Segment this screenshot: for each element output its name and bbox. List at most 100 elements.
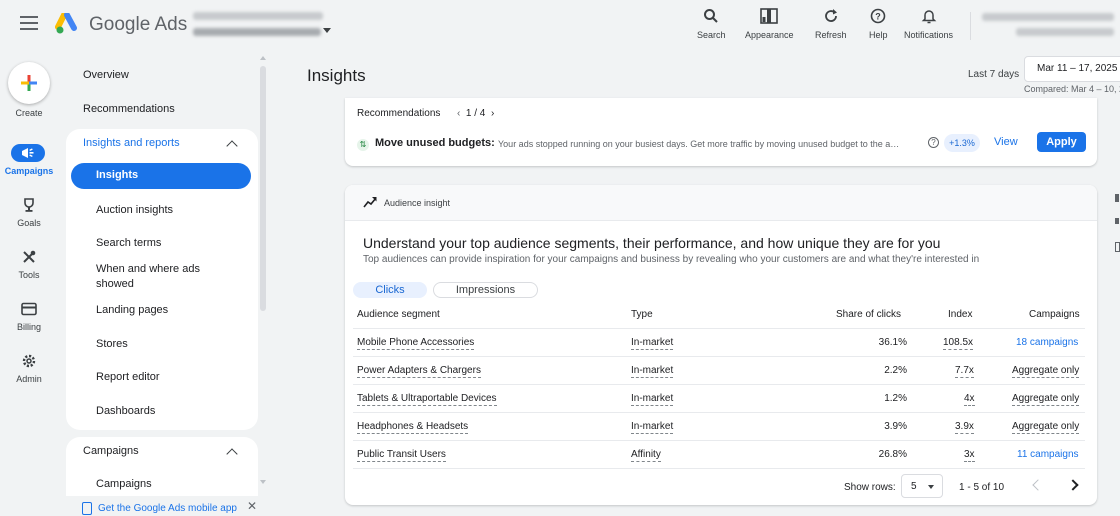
notifications-button[interactable]: Notifications: [904, 6, 953, 40]
index-cell[interactable]: 3.9x: [955, 421, 974, 434]
trophy-icon: [24, 198, 34, 212]
nav-campaigns[interactable]: Campaigns: [96, 477, 152, 492]
row-divider: [353, 468, 1085, 469]
nav-dashboards[interactable]: Dashboards: [96, 404, 155, 419]
chevron-right-icon[interactable]: ›: [491, 108, 494, 119]
scroll-down-icon[interactable]: [260, 480, 266, 484]
page-title: Insights: [307, 66, 366, 85]
apply-button[interactable]: Apply: [1037, 132, 1086, 152]
notifications-label: Notifications: [904, 30, 954, 40]
audience-card-header: Audience insight: [345, 185, 1097, 221]
nav-campaigns-group[interactable]: Campaigns: [83, 445, 139, 457]
scroll-thumb[interactable]: [260, 66, 266, 311]
view-button[interactable]: View: [994, 136, 1018, 148]
account-id-redacted[interactable]: [193, 28, 321, 36]
side-nav-scrollbar[interactable]: [259, 56, 267, 486]
index-cell[interactable]: 4x: [964, 393, 975, 406]
audience-insight-card: Audience insight Understand your top aud…: [345, 185, 1097, 505]
index-cell[interactable]: 108.5x: [943, 337, 974, 350]
chevron-left-icon[interactable]: ‹: [457, 108, 460, 119]
date-range-picker[interactable]: Mar 11 – 17, 2025: [1024, 56, 1120, 82]
search-button[interactable]: Search: [697, 6, 726, 40]
nav-stores[interactable]: Stores: [96, 337, 128, 352]
index-cell[interactable]: 3x: [964, 449, 975, 462]
type-cell[interactable]: In-market: [631, 393, 674, 406]
create-button[interactable]: [8, 62, 50, 104]
nav-report-editor[interactable]: Report editor: [96, 370, 160, 385]
google-ads-logo: [55, 13, 77, 34]
nav-insights-and-reports[interactable]: Insights and reports: [83, 137, 180, 149]
segment-cell[interactable]: Power Adapters & Chargers: [357, 365, 481, 378]
share-cell: 3.9%: [884, 421, 907, 432]
type-cell[interactable]: Affinity: [631, 449, 661, 462]
col-share-of-clicks[interactable]: Share of clicks: [836, 309, 901, 320]
campaigns-cell[interactable]: Aggregate only: [1012, 421, 1080, 434]
goals-rail-button[interactable]: [17, 195, 41, 215]
nav-insights[interactable]: Insights: [71, 163, 251, 189]
nav-recommendations[interactable]: Recommendations: [83, 103, 175, 115]
recommendations-title: Recommendations: [357, 108, 441, 119]
nav-overview[interactable]: Overview: [83, 69, 129, 81]
impressions-toggle[interactable]: Impressions: [433, 282, 538, 298]
billing-rail-button[interactable]: [17, 299, 41, 319]
recommendation-card: Recommendations ‹ 1 / 4 › ⇅ Move unused …: [345, 98, 1097, 166]
admin-rail-label: Admin: [16, 374, 42, 384]
campaigns-cell[interactable]: Aggregate only: [1012, 393, 1080, 406]
recommendation-headline: Move unused budgets:: [375, 137, 495, 149]
share-cell: 2.2%: [884, 365, 907, 376]
index-cell[interactable]: 7.7x: [955, 365, 974, 378]
trending-up-icon: [363, 197, 377, 208]
row-divider: [353, 440, 1085, 441]
scroll-up-icon[interactable]: [260, 56, 266, 60]
admin-rail-button[interactable]: [17, 351, 41, 371]
campaigns-cell[interactable]: 11 campaigns: [1017, 449, 1079, 460]
campaigns-rail-button[interactable]: [11, 144, 45, 162]
tools-rail-label: Tools: [18, 270, 40, 280]
segment-cell[interactable]: Tablets & Ultraportable Devices: [357, 393, 497, 406]
type-cell[interactable]: In-market: [631, 337, 674, 350]
col-audience-segment[interactable]: Audience segment: [357, 309, 440, 320]
nav-auction-insights[interactable]: Auction insights: [96, 203, 173, 218]
user-email-redacted[interactable]: [1016, 28, 1114, 36]
segment-cell[interactable]: Mobile Phone Accessories: [357, 337, 475, 350]
account-name-redacted[interactable]: [193, 12, 323, 20]
col-index[interactable]: Index: [948, 309, 972, 320]
previous-page-icon[interactable]: [1032, 479, 1044, 491]
nav-landing-pages[interactable]: Landing pages: [96, 303, 168, 318]
appearance-button[interactable]: Appearance: [745, 6, 794, 40]
mobile-app-link[interactable]: Get the Google Ads mobile app: [98, 503, 237, 514]
refresh-button[interactable]: Refresh: [815, 6, 847, 40]
nav-search-terms[interactable]: Search terms: [96, 236, 161, 251]
type-cell[interactable]: In-market: [631, 365, 674, 378]
edge-icon[interactable]: [1115, 194, 1119, 202]
nav-when-and-where[interactable]: When and where ads showed: [96, 262, 236, 292]
segment-cell[interactable]: Public Transit Users: [357, 449, 446, 462]
help-label: Help: [869, 30, 888, 40]
account-dropdown-icon[interactable]: [323, 28, 331, 33]
billing-rail-label: Billing: [16, 322, 41, 332]
close-icon[interactable]: ✕: [247, 499, 257, 513]
share-cell: 36.1%: [878, 337, 907, 348]
segment-cell[interactable]: Headphones & Headsets: [357, 421, 469, 434]
svg-text:?: ?: [876, 12, 882, 22]
campaigns-cell[interactable]: Aggregate only: [1012, 365, 1080, 378]
campaigns-cell[interactable]: 18 campaigns: [1016, 337, 1078, 348]
search-label: Search: [697, 30, 726, 40]
tools-rail-button[interactable]: [17, 247, 41, 267]
col-campaigns[interactable]: Campaigns: [1029, 309, 1080, 320]
user-account-redacted[interactable]: [982, 13, 1114, 21]
feedback-icon[interactable]: [1115, 242, 1120, 252]
clicks-toggle[interactable]: Clicks: [353, 282, 427, 298]
chevron-up-icon[interactable]: [226, 448, 238, 460]
chevron-up-icon[interactable]: [226, 140, 238, 152]
next-page-icon[interactable]: [1067, 479, 1079, 491]
row-divider: [353, 384, 1085, 385]
type-cell[interactable]: In-market: [631, 421, 674, 434]
plus-icon: [21, 75, 37, 91]
edge-icon[interactable]: [1115, 218, 1119, 224]
help-icon[interactable]: ?: [928, 137, 939, 148]
main-menu-icon[interactable]: [20, 16, 38, 30]
rows-per-page-select[interactable]: 5: [901, 474, 943, 498]
col-type[interactable]: Type: [631, 309, 653, 320]
help-button[interactable]: ? Help: [869, 6, 888, 40]
